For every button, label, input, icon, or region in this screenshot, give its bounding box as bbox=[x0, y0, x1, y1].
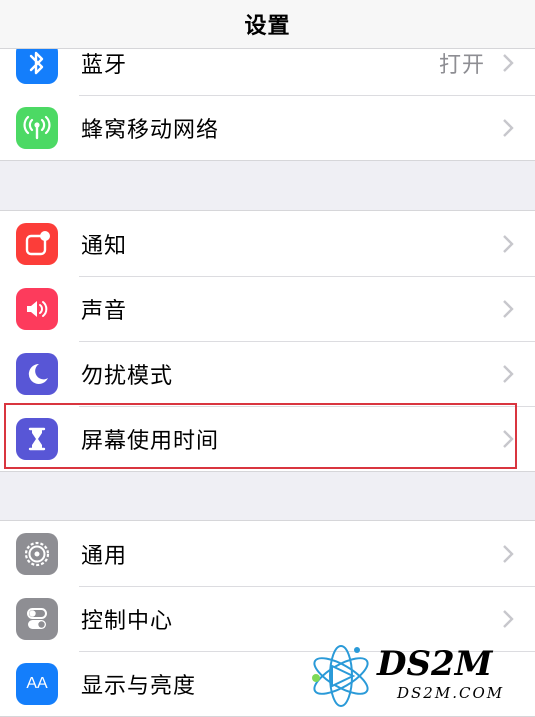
chevron-right-icon bbox=[503, 118, 514, 137]
chevron-right-icon bbox=[503, 609, 514, 628]
atom-logo-icon bbox=[312, 645, 369, 707]
chevron-right-icon bbox=[503, 234, 514, 253]
settings-row-label: 蜂窝移动网络 bbox=[81, 117, 220, 143]
settings-row-value: 打开 bbox=[438, 52, 485, 78]
cellular-icon bbox=[16, 106, 58, 149]
watermark: DS2M DS2M.COM bbox=[305, 640, 535, 712]
notifications-icon bbox=[16, 222, 58, 265]
gear-icon bbox=[16, 532, 58, 575]
settings-row-sounds[interactable]: 声音 bbox=[0, 276, 535, 341]
chevron-right-icon bbox=[503, 364, 514, 383]
watermark-url: DS2M.COM bbox=[397, 684, 505, 702]
chevron-right-icon bbox=[503, 299, 514, 318]
settings-row-label: 通用 bbox=[81, 543, 128, 569]
hourglass-icon bbox=[16, 417, 58, 460]
navigation-bar: 设置 bbox=[0, 0, 535, 49]
settings-row-label: 声音 bbox=[81, 298, 128, 324]
settings-row-screen-time[interactable]: 屏幕使用时间 bbox=[0, 406, 535, 471]
toggles-icon bbox=[16, 597, 58, 640]
settings-row-label: 显示与亮度 bbox=[81, 673, 197, 699]
settings-row-do-not-disturb[interactable]: 勿扰模式 bbox=[0, 341, 535, 406]
chevron-right-icon bbox=[503, 429, 514, 448]
settings-row-cellular[interactable]: 蜂窝移动网络 bbox=[0, 95, 535, 160]
chevron-right-icon bbox=[503, 53, 514, 72]
settings-row-notifications[interactable]: 通知 bbox=[0, 211, 535, 276]
sounds-icon bbox=[16, 287, 58, 330]
watermark-text: DS2M bbox=[377, 644, 493, 684]
settings-row-general[interactable]: 通用 bbox=[0, 521, 535, 586]
display-icon: AA bbox=[16, 662, 58, 705]
chevron-right-icon bbox=[503, 544, 514, 563]
settings-row-label: 通知 bbox=[81, 233, 128, 259]
settings-row-label: 勿扰模式 bbox=[81, 363, 174, 389]
settings-group-notifications: 通知 声音 勿扰模式 屏幕使用时间 bbox=[0, 210, 535, 472]
display-icon-glyph: AA bbox=[26, 674, 48, 692]
settings-row-label: 蓝牙 bbox=[81, 52, 128, 78]
page-title: 设置 bbox=[244, 14, 291, 39]
settings-row-label: 控制中心 bbox=[81, 608, 174, 634]
moon-icon bbox=[16, 352, 58, 395]
settings-row-label: 屏幕使用时间 bbox=[81, 428, 220, 454]
